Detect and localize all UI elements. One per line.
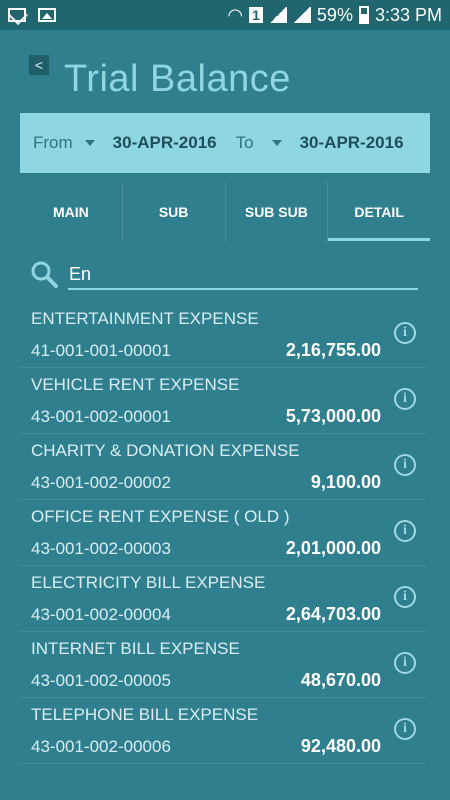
account-amount: 48,670.00	[300, 670, 381, 690]
account-amount: 9,100.00	[310, 472, 381, 492]
list-item[interactable]: TELEPHONE BILL EXPENSE 43-001-002-00006 …	[20, 698, 426, 764]
tab-bar: MAIN SUB SUB SUB DETAIL	[20, 183, 430, 241]
status-time: 3:33 PM	[374, 4, 442, 25]
info-icon[interactable]: i	[394, 586, 416, 608]
account-name: CHARITY & DONATION EXPENSE	[31, 441, 300, 460]
from-date-value[interactable]: 30-APR-2016	[113, 133, 217, 153]
account-name: VEHICLE RENT EXPENSE	[31, 375, 240, 394]
battery-icon	[358, 6, 369, 24]
account-code: 43-001-002-00006	[31, 737, 171, 756]
page-title: Trial Balance	[64, 58, 291, 100]
info-icon[interactable]: i	[394, 322, 416, 344]
account-name: INTERNET BILL EXPENSE	[31, 639, 240, 658]
account-name: OFFICE RENT EXPENSE ( OLD )	[31, 507, 290, 526]
info-icon[interactable]: i	[394, 388, 416, 410]
to-date-value[interactable]: 30-APR-2016	[300, 133, 404, 153]
list-item[interactable]: VEHICLE RENT EXPENSE 43-001-002-00001 5,…	[20, 368, 426, 434]
to-dropdown-icon[interactable]	[271, 140, 282, 146]
account-amount: 2,64,703.00	[285, 604, 381, 624]
battery-percent: 59%	[316, 4, 353, 25]
mail-icon	[8, 8, 26, 22]
account-amount: 2,01,000.00	[285, 538, 381, 558]
signal-icon-2	[292, 7, 311, 23]
account-amount: 2,16,755.00	[285, 340, 381, 360]
tab-sub-sub[interactable]: SUB SUB	[226, 183, 329, 241]
account-name: ELECTRICITY BILL EXPENSE	[31, 573, 266, 592]
account-code: 43-001-002-00002	[31, 473, 171, 492]
account-amount: 5,73,000.00	[285, 406, 381, 426]
account-code: 43-001-002-00005	[31, 671, 171, 690]
list-item[interactable]: CHARITY & DONATION EXPENSE 43-001-002-00…	[20, 434, 426, 500]
date-filter-bar: From 30-APR-2016 To 30-APR-2016	[20, 113, 430, 173]
status-bar: ◠ 1 59% 3:33 PM	[0, 0, 450, 30]
info-icon[interactable]: i	[394, 520, 416, 542]
search-icon	[31, 261, 58, 288]
tab-detail[interactable]: DETAIL	[328, 183, 430, 241]
info-icon[interactable]: i	[394, 652, 416, 674]
info-icon[interactable]: i	[394, 454, 416, 476]
list-item[interactable]: ENTERTAINMENT EXPENSE 41-001-001-00001 2…	[20, 302, 426, 368]
signal-icon	[268, 7, 287, 23]
info-icon[interactable]: i	[394, 718, 416, 740]
account-amount: 92,480.00	[300, 736, 381, 756]
wifi-icon: ◠	[227, 4, 244, 25]
tab-main[interactable]: MAIN	[20, 183, 123, 241]
list-item[interactable]: ELECTRICITY BILL EXPENSE 43-001-002-0000…	[20, 566, 426, 632]
back-button[interactable]: <	[29, 55, 49, 75]
list-item[interactable]: OFFICE RENT EXPENSE ( OLD ) 43-001-002-0…	[20, 500, 426, 566]
account-code: 43-001-002-00003	[31, 539, 171, 558]
image-icon	[38, 8, 56, 22]
account-name: TELEPHONE BILL EXPENSE	[31, 705, 259, 724]
from-label: From	[33, 133, 73, 152]
search-input[interactable]	[68, 260, 418, 290]
account-list: ENTERTAINMENT EXPENSE 41-001-001-00001 2…	[20, 302, 426, 764]
account-name: ENTERTAINMENT EXPENSE	[31, 309, 259, 328]
to-label: To	[235, 133, 254, 152]
account-code: 41-001-001-00001	[31, 341, 171, 360]
sim-badge: 1	[249, 7, 263, 23]
account-code: 43-001-002-00001	[31, 407, 171, 426]
list-item[interactable]: INTERNET BILL EXPENSE 43-001-002-00005 4…	[20, 632, 426, 698]
tab-sub[interactable]: SUB	[123, 183, 226, 241]
account-code: 43-001-002-00004	[31, 605, 171, 624]
from-dropdown-icon[interactable]	[84, 140, 95, 146]
